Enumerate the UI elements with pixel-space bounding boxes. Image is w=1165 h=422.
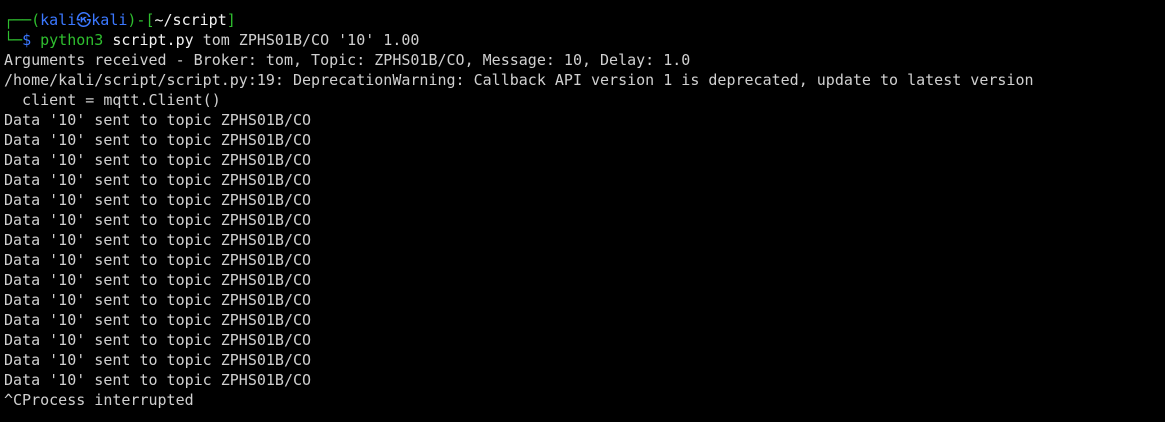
data-output-line: Data '10' sent to topic ZPHS01B/CO xyxy=(4,231,312,249)
data-output-line: Data '10' sent to topic ZPHS01B/CO xyxy=(4,111,312,129)
data-output-line: Data '10' sent to topic ZPHS01B/CO xyxy=(4,291,312,309)
prompt-at-icon: ㉿ xyxy=(76,11,92,29)
data-output-line: Data '10' sent to topic ZPHS01B/CO xyxy=(4,311,312,329)
data-output-line: Data '10' sent to topic ZPHS01B/CO xyxy=(4,211,312,229)
terminal-window[interactable]: ┌──(kali㉿kali)-[~/script] └─$ python3 sc… xyxy=(0,0,1165,422)
command-line[interactable]: └─$ python3 script.py tom ZPHS01B/CO '10… xyxy=(4,30,1165,50)
prompt-line-top: ┌──(kali㉿kali)-[~/script] xyxy=(4,10,1165,30)
prompt-bracket-close: ] xyxy=(226,11,236,29)
client-code-line: client = mqtt.Client() xyxy=(4,91,221,109)
command-program: python3 xyxy=(40,31,104,49)
deprecation-warning-line: /home/kali/script/script.py:19: Deprecat… xyxy=(4,71,1034,89)
data-output-line: Data '10' sent to topic ZPHS01B/CO xyxy=(4,271,312,289)
data-output-line: Data '10' sent to topic ZPHS01B/CO xyxy=(4,371,312,389)
prompt-path: ~/script xyxy=(154,11,227,29)
prompt-user: kali xyxy=(40,11,77,29)
prompt-host: kali xyxy=(91,11,128,29)
prompt-bracket: )-[ xyxy=(127,11,155,29)
data-output-line: Data '10' sent to topic ZPHS01B/CO xyxy=(4,131,312,149)
command-args: tom ZPHS01B/CO '10' 1.00 xyxy=(202,31,420,49)
prompt-box-bottom: └─ xyxy=(4,31,23,49)
data-output-line: Data '10' sent to topic ZPHS01B/CO xyxy=(4,171,312,189)
interrupt-line: ^CProcess interrupted xyxy=(4,391,194,409)
data-output-line: Data '10' sent to topic ZPHS01B/CO xyxy=(4,191,312,209)
command-script: script.py xyxy=(112,31,194,49)
data-output-line: Data '10' sent to topic ZPHS01B/CO xyxy=(4,151,312,169)
prompt-box-top: ┌──( xyxy=(4,11,41,29)
data-output-line: Data '10' sent to topic ZPHS01B/CO xyxy=(4,351,312,369)
data-output-list: Data '10' sent to topic ZPHS01B/CO Data … xyxy=(4,110,1165,390)
args-received-line: Arguments received - Broker: tom, Topic:… xyxy=(4,51,691,69)
data-output-line: Data '10' sent to topic ZPHS01B/CO xyxy=(4,331,312,349)
data-output-line: Data '10' sent to topic ZPHS01B/CO xyxy=(4,251,312,269)
prompt-symbol: $ xyxy=(22,31,41,49)
